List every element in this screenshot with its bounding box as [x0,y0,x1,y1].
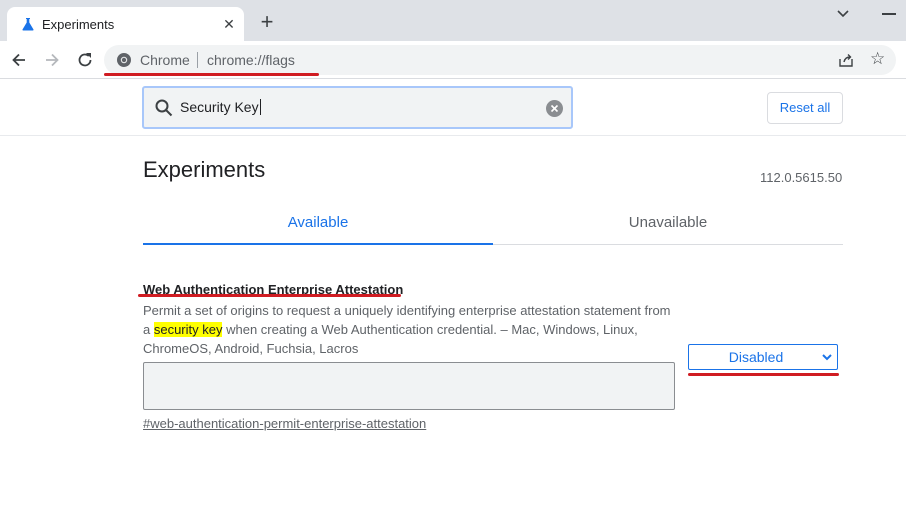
omnibox[interactable]: Chrome chrome://flags ☆ [104,45,896,75]
omnibox-separator [197,52,198,68]
omnibox-scheme-label: Chrome [140,52,190,68]
tab-title: Experiments [42,17,115,32]
search-input[interactable]: Security Key [180,99,261,115]
tab-unavailable[interactable]: Unavailable [493,200,843,245]
flag-origins-textarea[interactable] [143,362,675,410]
browser-tab-experiments[interactable]: Experiments ✕ [7,7,244,41]
new-tab-button[interactable]: + [257,11,277,33]
flag-state-select[interactable]: Disabled [688,344,838,370]
omnibox-url[interactable]: chrome://flags [207,52,295,68]
reset-all-button[interactable]: Reset all [767,92,843,124]
minimize-button[interactable] [882,13,896,15]
highlighted-term: security key [153,322,223,337]
chrome-icon [117,53,131,67]
flags-header: Security Key Reset all [0,80,906,136]
annotation-underline-flag [138,294,401,297]
reload-icon[interactable] [75,50,95,70]
search-box[interactable]: Security Key [142,86,573,129]
close-icon[interactable]: ✕ [221,16,237,32]
search-icon [155,99,173,117]
flag-anchor-link[interactable]: #web-authentication-permit-enterprise-at… [143,416,426,431]
back-icon[interactable] [9,50,29,70]
select-value: Disabled [728,349,784,365]
page-title: Experiments [143,157,266,182]
flask-icon [22,18,34,31]
version-label: 112.0.5615.50 [760,170,843,185]
flag-description: Permit a set of origins to request a uni… [143,303,671,356]
clear-search-icon[interactable] [546,100,563,117]
chevron-down-icon [822,354,832,361]
annotation-underline-select [688,373,839,376]
star-icon[interactable]: ☆ [870,50,885,68]
share-icon[interactable] [838,52,854,68]
annotation-underline-url [104,73,319,76]
tab-available[interactable]: Available [143,200,493,245]
chevron-down-icon[interactable] [834,6,852,22]
forward-icon[interactable] [42,50,62,70]
tab-strip: Experiments ✕ + [0,0,906,41]
